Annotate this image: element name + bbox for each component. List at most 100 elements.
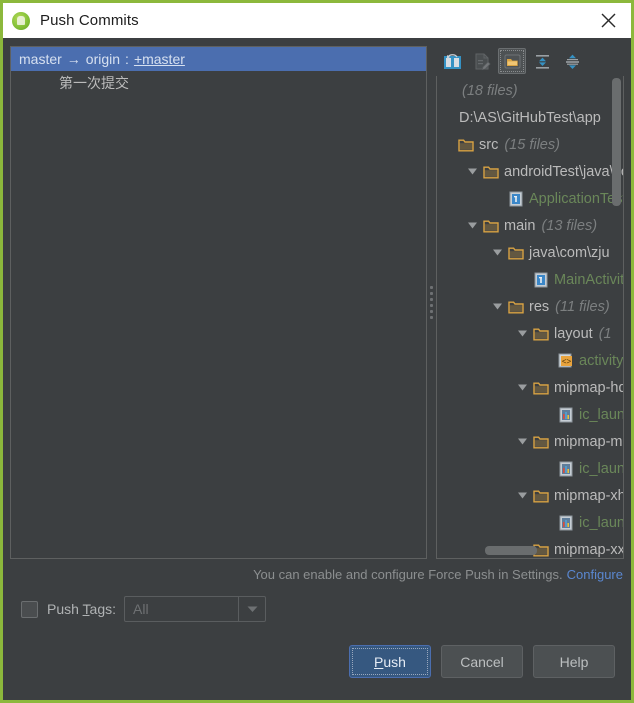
tree-row[interactable]: mipmap-mdpi	[437, 428, 623, 455]
folder-icon	[483, 220, 499, 232]
tree-row-label: ic_launcher.png	[579, 514, 624, 531]
tree-row[interactable]: main (13 files)	[437, 212, 623, 239]
edit-source-button[interactable]	[468, 48, 496, 74]
folder-icon	[531, 489, 551, 503]
tree-row-label: mipmap-mdpi	[554, 433, 623, 450]
tree-twisty-expanded[interactable]	[489, 249, 506, 256]
tree-horizontal-scrollbar[interactable]	[485, 546, 537, 555]
tree-row-label: main	[504, 217, 536, 234]
collapse-all-button[interactable]	[558, 48, 586, 74]
tree-vertical-scrollbar[interactable]	[612, 78, 621, 206]
image-file-icon	[559, 461, 573, 476]
target-ref-link[interactable]: +master	[134, 51, 185, 67]
tree-row[interactable]: java\com\zju	[437, 239, 623, 266]
tree-toolbar	[436, 46, 624, 76]
collapse-all-icon	[565, 54, 579, 69]
tree-row-label: mipmap-xxhdpi	[554, 541, 624, 558]
cancel-button[interactable]: Cancel	[441, 645, 523, 678]
tree-row[interactable]: <> activity_main.xml	[437, 347, 624, 374]
chevron-down-icon	[493, 249, 502, 256]
tree-row[interactable]: mipmap-xhdpi	[437, 482, 623, 509]
push-tags-combobox-arrow[interactable]	[238, 597, 265, 621]
tree-row[interactable]: ApplicationTest.java	[437, 185, 624, 212]
tree-row-file-count: (15 files)	[504, 136, 560, 153]
push-tags-label-mnemonic: T	[82, 601, 90, 617]
push-tags-checkbox[interactable]	[21, 600, 38, 618]
push-button-label: ush	[383, 653, 406, 670]
tree-rows-container: (18 files) D:\AS\GitHubTest\app src (15 fil…	[437, 76, 624, 558]
folder-icon	[481, 165, 501, 179]
xml-file-icon: <>	[556, 353, 576, 369]
tree-row-label: mipmap-hdpi	[554, 379, 623, 396]
folder-icon	[456, 138, 476, 152]
xml-layout-file-icon: <>	[558, 353, 572, 367]
tree-twisty-expanded[interactable]	[514, 492, 531, 499]
tree-twisty-expanded[interactable]	[464, 168, 481, 175]
image-file-icon	[559, 515, 573, 530]
tree-twisty-expanded[interactable]	[489, 303, 506, 310]
folder-icon	[531, 327, 551, 341]
cancel-button-label: Cancel	[460, 653, 504, 670]
tree-row[interactable]: androidTest\java\com\zju	[437, 158, 623, 185]
folder-icon	[506, 246, 526, 260]
expand-all-icon	[535, 54, 549, 69]
java-file-icon	[534, 272, 548, 287]
tree-row-label: activity_main.xml	[579, 352, 624, 369]
tree-row-label: ic_launcher.png	[579, 406, 624, 423]
tree-row[interactable]: mipmap-hdpi	[437, 374, 623, 401]
commit-branch-row[interactable]: master → origin : +master	[11, 47, 426, 71]
commit-message-row[interactable]: 第一次提交	[11, 71, 426, 95]
group-by-directory-icon	[504, 54, 520, 68]
push-tags-combobox-value: All	[133, 601, 149, 617]
pane-splitter[interactable]	[427, 46, 436, 559]
push-tags-label-suffix: ags:	[89, 601, 117, 617]
close-button[interactable]	[585, 3, 631, 38]
tree-row[interactable]: D:\AS\GitHubTest\app	[437, 104, 623, 131]
java-file-icon	[509, 191, 523, 206]
tree-row[interactable]: ic_launcher.png	[437, 401, 624, 428]
tree-row[interactable]: (18 files)	[437, 77, 623, 104]
tree-row-label: java\com\zju	[529, 244, 610, 261]
dialog-content: master → origin : +master 第一次提交 (18 file…	[3, 38, 631, 700]
chevron-down-icon	[247, 606, 258, 612]
tree-row[interactable]: MainActivity.java	[437, 266, 623, 293]
tree-twisty-expanded[interactable]	[514, 330, 531, 337]
push-commits-dialog: Push Commits master → origin : +master 第…	[0, 0, 634, 703]
tree-twisty-expanded[interactable]	[514, 438, 531, 445]
push-button-mnemonic: P	[374, 653, 384, 670]
expand-all-button[interactable]	[528, 48, 556, 74]
dialog-footer: Push Cancel Help	[3, 629, 631, 700]
separator-label: :	[125, 51, 129, 67]
chevron-down-icon	[468, 168, 477, 175]
push-tags-combobox[interactable]: All	[124, 596, 267, 622]
tree-twisty-expanded[interactable]	[514, 384, 531, 391]
commits-list[interactable]: master → origin : +master 第一次提交	[10, 46, 427, 559]
configure-link[interactable]: Configure	[563, 567, 623, 582]
chevron-down-icon	[518, 330, 527, 337]
tree-row[interactable]: ic_launcher.png	[437, 455, 624, 482]
changed-files-tree[interactable]: (18 files) D:\AS\GitHubTest\app src (15 fil…	[436, 76, 624, 559]
java-file-icon	[506, 191, 526, 207]
tree-row[interactable]: ic_launcher.png	[437, 509, 624, 536]
push-tags-row: Push Tags: All	[3, 589, 631, 629]
tree-row[interactable]: src (15 files)	[437, 131, 623, 158]
push-button[interactable]: Push	[349, 645, 431, 678]
tree-row-label: ic_launcher.png	[579, 460, 624, 477]
source-branch-label: master	[19, 51, 62, 67]
chevron-down-icon	[468, 222, 477, 229]
tree-twisty-expanded[interactable]	[464, 222, 481, 229]
tree-row-label: ApplicationTest.java	[529, 190, 624, 207]
folder-icon	[483, 166, 499, 178]
tree-row-label: layout	[554, 325, 593, 342]
group-by-directory-button[interactable]	[498, 48, 526, 74]
chevron-down-icon	[518, 492, 527, 499]
folder-icon	[508, 247, 524, 259]
image-file-icon	[556, 515, 576, 531]
tree-row[interactable]: layout (1	[437, 320, 623, 347]
help-button[interactable]: Help	[533, 645, 615, 678]
tree-row[interactable]: res (11 files)	[437, 293, 623, 320]
chevron-down-icon	[518, 384, 527, 391]
image-file-icon	[559, 407, 573, 422]
folder-icon	[508, 301, 524, 313]
show-diff-button[interactable]	[438, 48, 466, 74]
